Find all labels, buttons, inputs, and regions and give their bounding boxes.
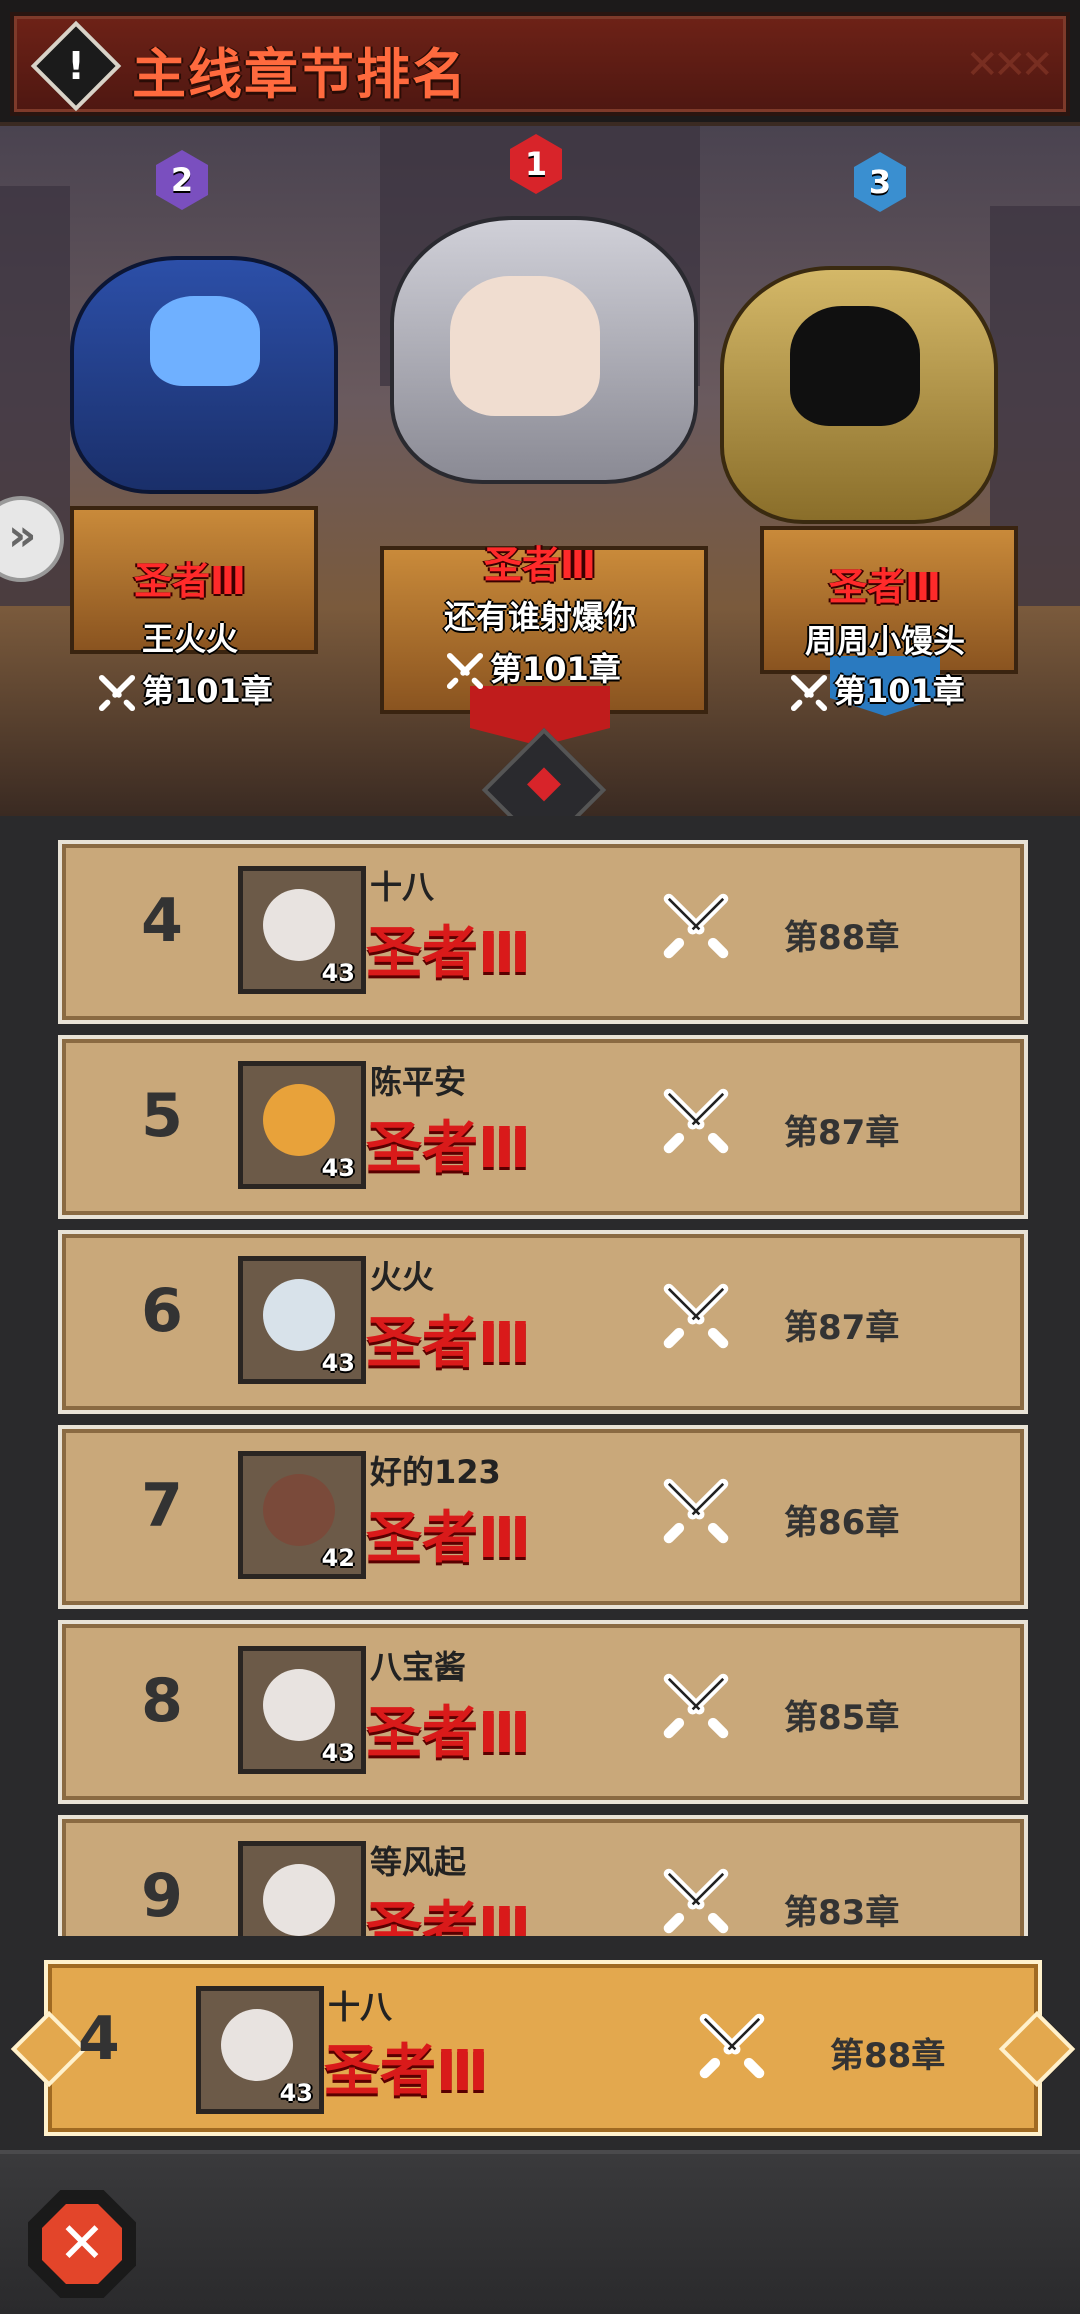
- list-item[interactable]: 8 43 八宝酱 圣者Ⅲ 第85章: [58, 1620, 1028, 1804]
- player-name: 火火: [370, 1258, 435, 1296]
- double-chevron-right-icon: »: [8, 510, 37, 561]
- chapter-progress: 第87章: [784, 1308, 900, 1348]
- podium-title-3: 圣者Ⅲ: [829, 565, 941, 609]
- rank-number: 7: [141, 1471, 183, 1541]
- podium-chapter-text-3: 第101章: [834, 672, 965, 710]
- player-title: 圣者Ⅲ: [366, 1701, 531, 1766]
- crossed-swords-icon: [699, 2013, 765, 2079]
- avatar-face: [263, 889, 335, 961]
- avatar-face: [263, 1864, 335, 1936]
- rank-number: 5: [141, 1081, 183, 1151]
- avatar-face: [263, 1279, 335, 1351]
- page-title: 主线章节排名: [132, 43, 468, 106]
- my-avatar[interactable]: 43: [196, 1986, 324, 2114]
- chapter-progress: 第86章: [784, 1503, 900, 1543]
- avatar-face: [221, 2009, 293, 2081]
- avatar-level: 43: [321, 1739, 355, 1767]
- podium-name-1: 还有谁射爆你: [443, 598, 636, 636]
- podium-name-2: 王火火: [141, 620, 238, 658]
- avatar-face: [263, 1084, 335, 1156]
- avatar-face: [263, 1669, 335, 1741]
- bottom-bar: ✕: [0, 2150, 1080, 2314]
- player-title: 圣者Ⅲ: [366, 1506, 531, 1571]
- crossed-swords-icon: [663, 1283, 729, 1349]
- crossed-swords-icon: [98, 674, 136, 712]
- my-chapter-progress: 第88章: [830, 2036, 946, 2076]
- avatar[interactable]: 43: [238, 1256, 366, 1384]
- player-title: 圣者Ⅲ: [366, 1116, 531, 1181]
- player-name: 好的123: [370, 1453, 501, 1491]
- podium-chapter-2: 第101章: [98, 666, 273, 712]
- close-button[interactable]: ✕: [28, 2190, 136, 2298]
- podium-title-2: 圣者Ⅲ: [134, 559, 246, 603]
- avatar[interactable]: 43: [238, 1841, 366, 1936]
- avatar-level: 43: [321, 959, 355, 987]
- rank-number: 4: [141, 886, 183, 956]
- my-rank-number: 4: [78, 2004, 120, 2074]
- avatar[interactable]: 43: [238, 1646, 366, 1774]
- chapter-progress: 第88章: [784, 918, 900, 958]
- player-title: 圣者Ⅲ: [366, 1896, 531, 1936]
- avatar[interactable]: 43: [238, 866, 366, 994]
- player-name: 八宝酱: [370, 1648, 467, 1686]
- podium-chapter-text-2: 第101章: [142, 672, 273, 710]
- character-face: [790, 306, 920, 426]
- podium-title-1: 圣者Ⅲ: [484, 543, 596, 587]
- list-item[interactable]: 7 42 好的123 圣者Ⅲ 第86章: [58, 1425, 1028, 1609]
- podium-chapter-3: 第101章: [790, 666, 965, 712]
- list-item[interactable]: 5 43 陈平安 圣者Ⅲ 第87章: [58, 1035, 1028, 1219]
- crossed-swords-icon: [790, 674, 828, 712]
- podium-chapter-1: 第101章: [446, 644, 621, 690]
- header-bar: ! 主线章节排名 ✕✕✕: [0, 0, 1080, 126]
- avatar-face: [263, 1474, 335, 1546]
- avatar-level: 43: [279, 2079, 313, 2107]
- player-name: 等风起: [370, 1843, 467, 1881]
- chapter-progress: 第83章: [784, 1893, 900, 1933]
- close-button-inner: ✕: [42, 2204, 122, 2284]
- crossed-swords-icon: [663, 1868, 729, 1934]
- close-icon: ✕: [58, 2211, 106, 2276]
- avatar-level: 43: [321, 1154, 355, 1182]
- crossed-swords-icon: [663, 893, 729, 959]
- rank-number: 9: [141, 1861, 183, 1931]
- list-item[interactable]: 6 43 火火 圣者Ⅲ 第87章: [58, 1230, 1028, 1414]
- crossed-swords-icon: [446, 652, 484, 690]
- divider-gem: [481, 727, 607, 816]
- top-three-podium: » 2 圣者Ⅲ 王火火 第101章 1 圣者Ⅲ 还有谁射爆你 第101章 3 圣…: [0, 126, 1080, 816]
- player-name: 十八: [370, 868, 435, 906]
- podium-name-3: 周周小馒头: [804, 622, 965, 660]
- rank-number: 6: [141, 1276, 183, 1346]
- header-banner: ! 主线章节排名 ✕✕✕: [10, 12, 1070, 116]
- avatar[interactable]: 43: [238, 1061, 366, 1189]
- chapter-progress: 第87章: [784, 1113, 900, 1153]
- rank-badge-2: 2: [156, 150, 208, 210]
- player-name: 陈平安: [370, 1063, 467, 1101]
- arrow-right-decoration: [998, 2010, 1076, 2088]
- character-face: [150, 296, 260, 386]
- my-player-title: 圣者Ⅲ: [324, 2039, 489, 2104]
- list-item[interactable]: 4 43 十八 圣者Ⅲ 第88章: [58, 840, 1028, 1024]
- arrow-left-decoration: [10, 2010, 88, 2088]
- player-title: 圣者Ⅲ: [366, 1311, 531, 1376]
- ranking-list[interactable]: 4 43 十八 圣者Ⅲ 第88章 5 43 陈平安 圣者Ⅲ 第87章 6 43 …: [0, 816, 1080, 1936]
- crossed-swords-icon: [663, 1478, 729, 1544]
- podium-chapter-text-1: 第101章: [490, 650, 621, 688]
- rank-number: 8: [141, 1666, 183, 1736]
- my-rank-row[interactable]: 4 43 十八 圣者Ⅲ 第88章: [10, 1960, 1076, 2136]
- rank-badge-3: 3: [854, 152, 906, 212]
- avatar-level: 42: [321, 1544, 355, 1572]
- crossed-swords-icon: [663, 1673, 729, 1739]
- avatar-level: 43: [321, 1349, 355, 1377]
- avatar[interactable]: 42: [238, 1451, 366, 1579]
- list-item[interactable]: 9 43 等风起 圣者Ⅲ 第83章: [58, 1815, 1028, 1936]
- crossed-swords-icon: [663, 1088, 729, 1154]
- header-decoration: ✕✕✕: [965, 42, 1054, 88]
- avatar-level: 43: [322, 1934, 355, 1936]
- alert-icon: !: [30, 20, 122, 112]
- chapter-progress: 第85章: [784, 1698, 900, 1738]
- character-face: [450, 276, 600, 416]
- my-player-name: 十八: [328, 1988, 393, 2026]
- player-title: 圣者Ⅲ: [366, 921, 531, 986]
